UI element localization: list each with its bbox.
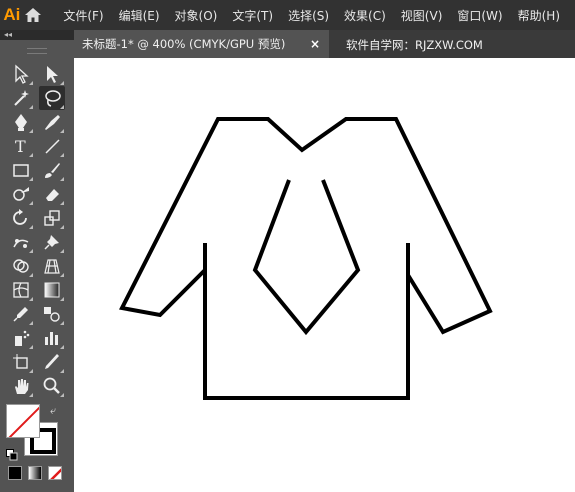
shirt-drawing — [119, 117, 493, 400]
tie-outline — [252, 179, 361, 336]
shirt-body-outline — [203, 243, 410, 400]
artboard-canvas[interactable] — [74, 58, 575, 492]
shirt-collar-shoulders — [119, 117, 493, 335]
